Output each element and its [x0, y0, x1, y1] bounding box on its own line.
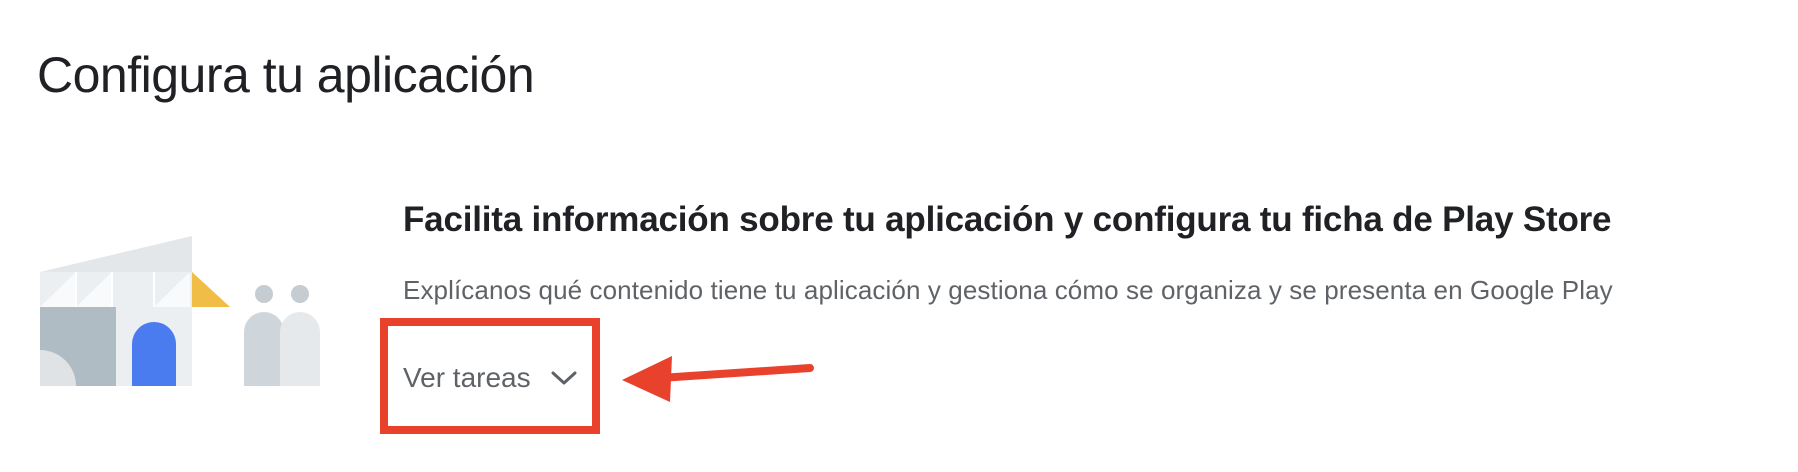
illustration-blue-door [132, 322, 176, 386]
section-title: Facilita información sobre tu aplicación… [403, 200, 1612, 239]
annotation-arrow-icon [622, 356, 814, 402]
illustration-figure-head-1 [255, 285, 273, 303]
page-title: Configura tu aplicación [37, 47, 535, 103]
illustration-figure-head-2 [291, 285, 309, 303]
illustration-roof [40, 236, 192, 272]
illustration-figure-body-2 [280, 312, 320, 386]
illustration-yellow-flag [192, 272, 230, 307]
section-description: Explícanos qué contenido tiene tu aplica… [403, 275, 1613, 305]
illustration-figure-body-1 [244, 312, 284, 386]
setup-illustration [40, 236, 320, 386]
annotation-highlight-box [380, 318, 600, 434]
